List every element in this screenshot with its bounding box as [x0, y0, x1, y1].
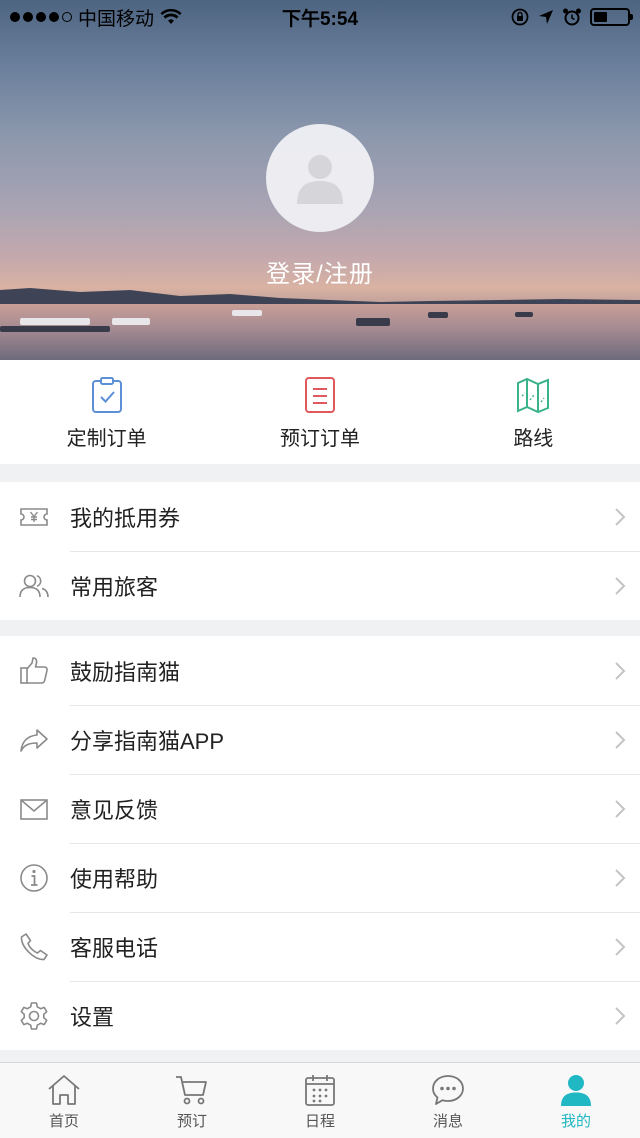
- boat: [112, 318, 150, 325]
- list-item-label: 客服电话: [70, 935, 159, 961]
- tab-booking[interactable]: 预订: [128, 1063, 256, 1138]
- chevron-right-icon: [615, 868, 626, 887]
- list-item-settings[interactable]: 设置: [0, 981, 640, 1050]
- pier: [0, 326, 110, 332]
- list-item-label: 使用帮助: [70, 866, 159, 892]
- location-arrow-icon: [539, 10, 553, 24]
- chevron-right-icon: [615, 507, 626, 526]
- user-silhouette-icon: [297, 155, 343, 204]
- users-icon: [19, 574, 49, 597]
- avatar[interactable]: [266, 124, 374, 232]
- clipboard-check-icon: [91, 377, 122, 413]
- map-icon: [517, 377, 550, 414]
- tab-label: 首页: [48, 1113, 79, 1130]
- routes-button[interactable]: 路线: [427, 360, 640, 464]
- cart-icon: [176, 1076, 207, 1105]
- boat: [515, 312, 533, 317]
- tab-label: 我的: [560, 1113, 591, 1130]
- list-item-label: 设置: [70, 1004, 115, 1030]
- list-item-label: 分享指南猫APP: [70, 728, 225, 754]
- boat: [232, 310, 262, 316]
- coupon-icon: [20, 507, 48, 526]
- list-item-label: 常用旅客: [70, 574, 159, 600]
- tab-messages[interactable]: 消息: [384, 1063, 512, 1138]
- envelope-icon: [20, 798, 48, 820]
- routes-label: 路线: [513, 428, 554, 450]
- list-item-label: 鼓励指南猫: [70, 659, 181, 685]
- signal-strength-icon: [10, 12, 72, 22]
- share-icon: [20, 728, 48, 752]
- order-shortcuts: 定制订单 预订订单 路线: [0, 360, 640, 464]
- user-icon: [561, 1075, 591, 1106]
- tab-label: 预订: [176, 1113, 207, 1130]
- list-item-label: 我的抵用券: [70, 505, 181, 531]
- info-icon: [20, 863, 48, 892]
- alarm-icon: [563, 8, 581, 26]
- app-list: 鼓励指南猫 分享指南猫APP 意见反馈 使用帮助 客服电话 设置: [0, 636, 640, 1050]
- phone-icon: [20, 932, 48, 960]
- orientation-lock-icon: [511, 8, 529, 26]
- tab-schedule[interactable]: 日程: [256, 1063, 384, 1138]
- lake-water: [0, 304, 640, 360]
- document-list-icon: [304, 377, 335, 413]
- tab-home[interactable]: 首页: [0, 1063, 128, 1138]
- status-bar: 中国移动 下午5:54: [0, 0, 640, 34]
- custom-orders-button[interactable]: 定制订单: [0, 360, 213, 464]
- list-item-rate-app[interactable]: 鼓励指南猫: [0, 636, 640, 705]
- chevron-right-icon: [615, 799, 626, 818]
- carrier-name: 中国移动: [78, 8, 155, 30]
- tab-label: 消息: [432, 1113, 463, 1130]
- wifi-icon: [160, 9, 182, 24]
- custom-orders-label: 定制订单: [66, 428, 147, 450]
- chevron-right-icon: [615, 937, 626, 956]
- list-item-travelers[interactable]: 常用旅客: [0, 551, 640, 620]
- boat: [356, 318, 390, 326]
- list-item-customer-service[interactable]: 客服电话: [0, 912, 640, 981]
- chevron-right-icon: [615, 730, 626, 749]
- list-item-feedback[interactable]: 意见反馈: [0, 774, 640, 843]
- list-item-help[interactable]: 使用帮助: [0, 843, 640, 912]
- booking-orders-label: 预订订单: [279, 428, 360, 450]
- battery-icon: [590, 8, 633, 26]
- tab-label: 日程: [304, 1113, 335, 1130]
- tab-mine[interactable]: 我的: [512, 1063, 640, 1138]
- list-item-coupons[interactable]: 我的抵用券: [0, 482, 640, 551]
- home-icon: [48, 1075, 80, 1105]
- login-register-link[interactable]: 登录/注册: [0, 254, 640, 289]
- chevron-right-icon: [615, 576, 626, 595]
- chat-icon: [432, 1075, 464, 1105]
- list-item-share-app[interactable]: 分享指南猫APP: [0, 705, 640, 774]
- calendar-icon: [305, 1075, 335, 1106]
- list-item-label: 意见反馈: [70, 797, 159, 823]
- bottom-tab-bar: 首页 预订 日程 消息 我的: [0, 1062, 640, 1138]
- thumbs-up-icon: [20, 656, 48, 684]
- account-list: 我的抵用券 常用旅客: [0, 482, 640, 620]
- boat: [20, 318, 90, 325]
- booking-orders-button[interactable]: 预订订单: [213, 360, 426, 464]
- gear-icon: [20, 1001, 48, 1030]
- chevron-right-icon: [615, 661, 626, 680]
- chevron-right-icon: [615, 1006, 626, 1025]
- boat: [428, 312, 448, 318]
